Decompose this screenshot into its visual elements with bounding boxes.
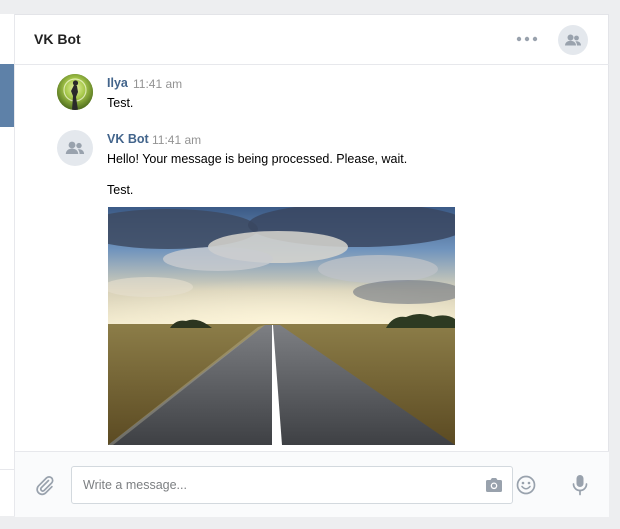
paperclip-icon[interactable] <box>33 474 55 496</box>
message-time[interactable]: 11:41 am <box>152 133 201 147</box>
message-text: Test. <box>107 96 134 110</box>
chat-avatar[interactable] <box>558 25 588 55</box>
message-author[interactable]: Ilya <box>107 76 128 90</box>
message-composer <box>15 451 609 517</box>
selected-dialog-indicator[interactable] <box>0 64 14 127</box>
user-photo-icon <box>57 74 93 110</box>
group-users-icon <box>65 141 85 154</box>
message-input[interactable] <box>71 466 513 504</box>
message-history[interactable]: Ilya 11:41 am Test. VK Bot 11:41 am Hell… <box>15 66 609 451</box>
message-text: Test. <box>107 183 134 197</box>
camera-icon[interactable] <box>484 475 504 495</box>
bot-avatar[interactable] <box>57 130 93 166</box>
message-text: Hello! Your message is being processed. … <box>107 152 408 166</box>
chat-header: VK Bot <box>15 15 609 65</box>
message-time[interactable]: 11:41 am <box>133 77 182 91</box>
chat-title: VK Bot <box>34 31 81 47</box>
message-author[interactable]: VK Bot <box>107 132 149 146</box>
microphone-icon[interactable] <box>570 473 590 497</box>
photo-attachment[interactable] <box>108 207 455 445</box>
more-dots-icon[interactable] <box>515 29 539 49</box>
dialog-list-panel <box>0 14 15 469</box>
user-avatar[interactable] <box>57 74 93 110</box>
dialog-list-footer <box>0 469 15 516</box>
chat-window: VK Bot Ilya 11:41 am Test. VK Bot 11:41 … <box>15 14 609 517</box>
road-landscape-photo <box>108 207 455 445</box>
smile-icon[interactable] <box>515 474 537 496</box>
group-users-icon <box>565 34 581 46</box>
